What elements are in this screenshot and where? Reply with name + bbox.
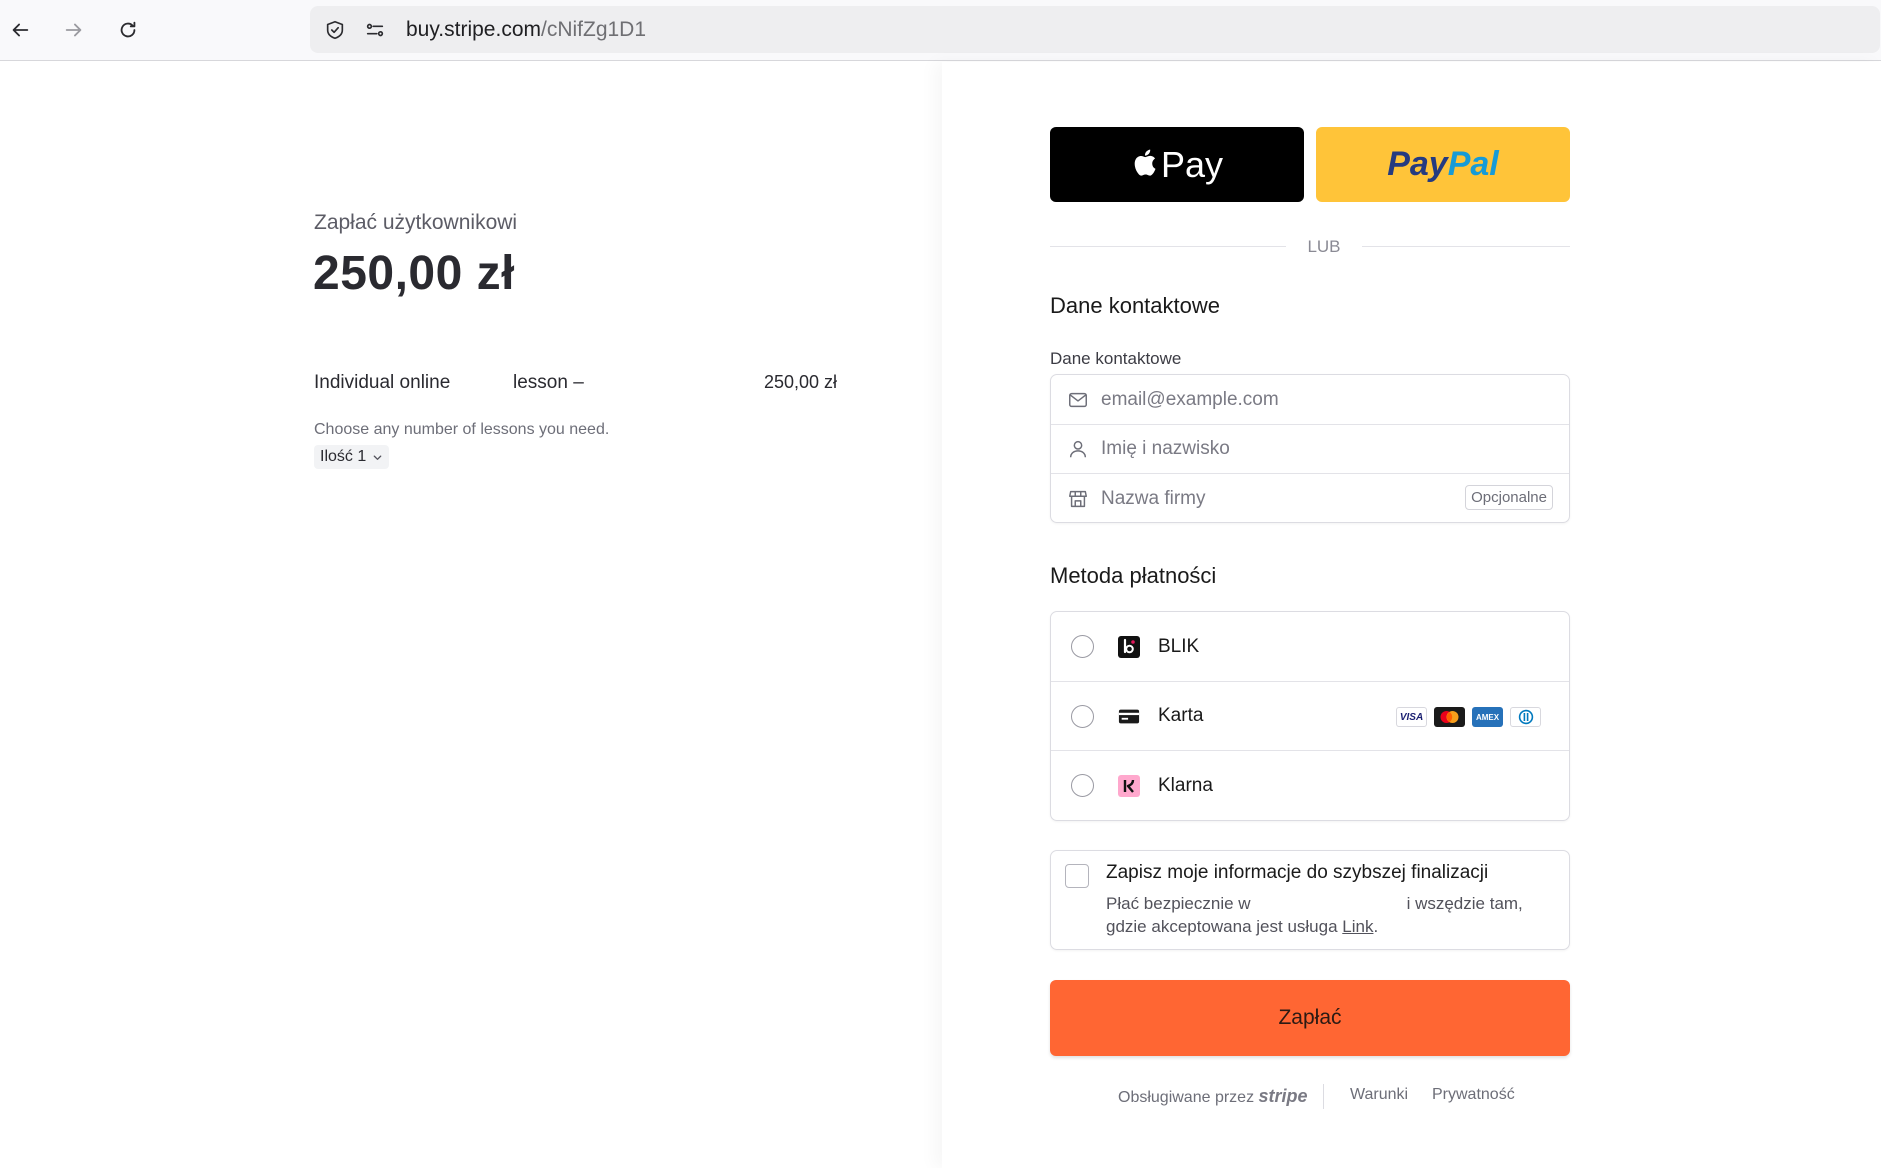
terms-link[interactable]: Warunki — [1350, 1086, 1408, 1104]
pay-to-label: Zapłać użytkownikowi — [314, 211, 518, 234]
reload-icon[interactable] — [110, 12, 146, 48]
checkout-form: Pay Pay Pal LUB Dane kontaktowe Dane kont… — [942, 62, 1881, 1168]
save-info-period: . — [1373, 917, 1379, 936]
pay-button[interactable]: Zapłać — [1050, 980, 1570, 1056]
contact-section-title: Dane kontaktowe — [1050, 293, 1220, 318]
contact-fields: Opcjonalne — [1050, 374, 1570, 523]
email-field[interactable] — [1101, 388, 1441, 411]
blik-label: BLIK — [1158, 635, 1200, 657]
total-amount: 250,00 zł — [313, 247, 515, 300]
save-info-box: Zapisz moje informacje do szybszej final… — [1050, 850, 1570, 950]
mastercard-icon — [1434, 707, 1465, 727]
footer-divider — [1323, 1084, 1324, 1109]
item-name-part2: lesson – — [513, 372, 584, 393]
powered-by-label: Obsługiwane przez — [1118, 1089, 1255, 1106]
visa-icon: VISA — [1396, 707, 1427, 727]
quantity-label: Ilość 1 — [320, 448, 367, 465]
card-icon — [1118, 705, 1140, 727]
email-row — [1051, 375, 1569, 424]
amex-icon: AMEX — [1472, 707, 1503, 727]
back-arrow-icon[interactable] — [2, 12, 38, 48]
card-label: Karta — [1158, 705, 1204, 726]
quantity-selector[interactable]: Ilość 1 — [314, 445, 390, 469]
forward-arrow-icon[interactable] — [56, 12, 92, 48]
klarna-radio[interactable] — [1071, 774, 1094, 797]
stripe-logo: stripe — [1258, 1086, 1308, 1106]
klarna-icon — [1118, 774, 1140, 797]
divider-right — [1362, 246, 1570, 247]
url-text[interactable]: buy.stripe.com/cNifZg1D1 — [406, 18, 646, 42]
payment-option-klarna[interactable]: Klarna — [1051, 750, 1569, 820]
payment-section-title: Metoda płatności — [1050, 563, 1217, 588]
divider-left — [1050, 246, 1286, 247]
item-description: Choose any number of lessons you need. — [314, 421, 610, 438]
payment-option-blik[interactable]: BLIK — [1051, 612, 1569, 681]
save-info-desc-part1: Płać bezpiecznie w — [1106, 894, 1251, 913]
payment-methods: BLIK Karta VISA AMEX Klarna — [1050, 611, 1570, 821]
paypal-logo-part2: Pal — [1447, 145, 1499, 183]
contact-field-label: Dane kontaktowe — [1050, 349, 1182, 368]
name-row — [1051, 424, 1569, 473]
storefront-icon — [1067, 488, 1089, 510]
full-name-field[interactable] — [1101, 438, 1441, 460]
save-info-description: Płać bezpiecznie wi wszędzie tam, gdzie … — [1106, 892, 1546, 938]
blik-radio[interactable] — [1071, 635, 1094, 658]
save-info-checkbox[interactable] — [1065, 864, 1089, 888]
url-host: buy.stripe.com — [406, 18, 541, 41]
address-bar[interactable]: buy.stripe.com/cNifZg1D1 — [310, 6, 1880, 53]
card-brands: VISA AMEX — [1396, 707, 1541, 727]
optional-badge: Opcjonalne — [1465, 485, 1553, 510]
link-service-link[interactable]: Link — [1342, 917, 1373, 936]
browser-toolbar: buy.stripe.com/cNifZg1D1 — [0, 0, 1881, 61]
order-summary: Zapłać użytkownikowi 250,00 zł Individua… — [0, 62, 942, 1168]
apple-pay-label: Pay — [1160, 143, 1224, 185]
company-name-field[interactable] — [1101, 487, 1441, 510]
privacy-link[interactable]: Prywatność — [1432, 1086, 1515, 1104]
envelope-icon — [1067, 389, 1089, 411]
item-price: 250,00 zł — [764, 372, 838, 392]
payment-option-card[interactable]: Karta VISA AMEX — [1051, 681, 1569, 750]
card-radio[interactable] — [1071, 704, 1094, 728]
company-row: Opcjonalne — [1051, 473, 1569, 523]
diners-icon — [1510, 707, 1541, 727]
url-path: /cNifZg1D1 — [541, 18, 647, 41]
klarna-label: Klarna — [1158, 774, 1213, 796]
shield-icon[interactable] — [323, 18, 347, 42]
item-name-part1: Individual online — [314, 372, 451, 393]
chevron-down-icon — [373, 454, 382, 460]
person-icon — [1067, 438, 1089, 460]
save-info-title: Zapisz moje informacje do szybszej final… — [1106, 862, 1489, 883]
powered-by[interactable]: Obsługiwane przez stripe — [1118, 1086, 1308, 1107]
paypal-logo-part1: Pay — [1387, 145, 1448, 183]
apple-logo-icon — [1134, 149, 1156, 176]
blik-icon — [1118, 635, 1140, 658]
apple-pay-button[interactable]: Pay — [1050, 127, 1304, 202]
paypal-button[interactable]: Pay Pal — [1316, 127, 1570, 202]
permissions-icon[interactable] — [363, 18, 387, 42]
or-divider-text: LUB — [1307, 237, 1341, 256]
